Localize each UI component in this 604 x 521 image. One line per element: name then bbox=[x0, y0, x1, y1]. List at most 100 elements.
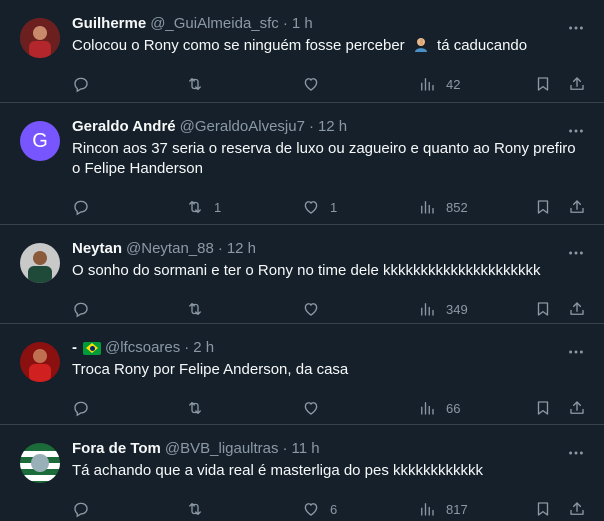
timestamp[interactable]: 2 h bbox=[193, 338, 214, 358]
avatar[interactable] bbox=[20, 18, 60, 58]
views-button[interactable]: 42 bbox=[418, 75, 460, 93]
timestamp[interactable]: 12 h bbox=[318, 117, 347, 137]
tweet-text: Troca Rony por Felipe Anderson, da casa bbox=[72, 361, 349, 378]
bookmark-button[interactable] bbox=[534, 198, 552, 216]
bookmark-button[interactable] bbox=[534, 399, 552, 417]
separator: · bbox=[308, 118, 314, 135]
bookmark-icon bbox=[537, 77, 549, 91]
tweet[interactable]: G Geraldo André @GeraldoAlvesju7 · 12 h … bbox=[0, 103, 604, 225]
user-handle[interactable]: @lfcsoares bbox=[105, 338, 180, 358]
bookmark-button[interactable] bbox=[534, 500, 552, 518]
share-button[interactable] bbox=[568, 399, 586, 417]
more-options-icon[interactable] bbox=[566, 18, 586, 38]
tweet[interactable]: - @lfcsoares · 2 h Troca Rony por Felipe… bbox=[0, 324, 604, 425]
action-bar: 42 bbox=[72, 68, 588, 100]
view-count: 66 bbox=[446, 400, 461, 416]
retweet-button[interactable] bbox=[186, 300, 214, 318]
view-count: 817 bbox=[446, 501, 468, 517]
like-button[interactable] bbox=[302, 300, 330, 318]
tweet-header: Guilherme @_GuiAlmeida_sfc · 1 h bbox=[72, 14, 588, 34]
bookmark-icon bbox=[537, 401, 549, 415]
more-options-icon[interactable] bbox=[566, 243, 586, 263]
view-count: 349 bbox=[446, 301, 468, 317]
reply-icon bbox=[74, 502, 88, 518]
retweet-icon bbox=[189, 503, 201, 515]
action-bar: 349 bbox=[72, 293, 588, 325]
reply-icon bbox=[74, 302, 88, 318]
bookmark-button[interactable] bbox=[534, 300, 552, 318]
views-button[interactable]: 66 bbox=[418, 399, 460, 417]
reply-button[interactable] bbox=[72, 500, 100, 518]
views-button[interactable]: 852 bbox=[418, 198, 468, 216]
views-button[interactable]: 817 bbox=[418, 500, 468, 518]
tweet[interactable]: Neytan @Neytan_88 · 12 h O sonho do sorm… bbox=[0, 225, 604, 324]
like-button[interactable]: 6 bbox=[302, 500, 337, 518]
reply-button[interactable] bbox=[72, 198, 100, 216]
bookmark-button[interactable] bbox=[534, 75, 552, 93]
heart-icon bbox=[304, 402, 318, 415]
tweet[interactable]: Guilherme @_GuiAlmeida_sfc · 1 h Colocou… bbox=[0, 0, 604, 103]
tweet-text: Rincon aos 37 seria o reserva de luxo ou… bbox=[72, 140, 576, 177]
user-handle[interactable]: @_GuiAlmeida_sfc bbox=[150, 14, 279, 34]
tweet-header: Geraldo André @GeraldoAlvesju7 · 12 h bbox=[72, 117, 588, 137]
more-options-icon[interactable] bbox=[566, 121, 586, 141]
separator: · bbox=[184, 339, 190, 356]
display-name[interactable]: - bbox=[72, 338, 77, 358]
retweet-button[interactable] bbox=[186, 399, 214, 417]
retweet-button[interactable] bbox=[186, 500, 214, 518]
display-name[interactable]: Guilherme bbox=[72, 14, 146, 34]
avatar[interactable] bbox=[20, 243, 60, 283]
like-button[interactable] bbox=[302, 399, 330, 417]
views-chart-icon bbox=[421, 402, 434, 415]
avatar[interactable] bbox=[20, 342, 60, 382]
tweet[interactable]: Fora de Tom @BVB_ligaultras · 11 h Tá ac… bbox=[0, 425, 604, 521]
tweet-text-part: Colocou o Rony como se ninguém fosse per… bbox=[72, 37, 405, 54]
more-options-icon[interactable] bbox=[566, 443, 586, 463]
display-name[interactable]: Geraldo André bbox=[72, 117, 176, 137]
bookmark-icon bbox=[537, 200, 549, 214]
timestamp[interactable]: 12 h bbox=[227, 239, 256, 259]
view-count: 852 bbox=[446, 199, 468, 215]
avatar[interactable]: G bbox=[20, 121, 60, 161]
retweet-button[interactable] bbox=[186, 75, 214, 93]
reply-button[interactable] bbox=[72, 300, 100, 318]
tweet-header: Neytan @Neytan_88 · 12 h bbox=[72, 239, 588, 259]
share-icon bbox=[570, 502, 584, 515]
like-count: 1 bbox=[330, 199, 338, 215]
tweet-header: - @lfcsoares · 2 h bbox=[72, 338, 588, 358]
timestamp[interactable]: 1 h bbox=[292, 14, 313, 34]
share-button[interactable] bbox=[568, 198, 586, 216]
tweet-text-part: tá caducando bbox=[437, 37, 528, 54]
share-icon bbox=[570, 401, 584, 414]
user-handle[interactable]: @Neytan_88 bbox=[126, 239, 214, 259]
share-icon bbox=[570, 77, 584, 90]
retweet-icon bbox=[189, 303, 201, 315]
share-button[interactable] bbox=[568, 300, 586, 318]
timestamp[interactable]: 11 h bbox=[292, 439, 320, 459]
more-options-icon[interactable] bbox=[566, 342, 586, 362]
action-bar: 1 1 852 bbox=[72, 191, 588, 223]
heart-icon bbox=[304, 201, 318, 214]
separator: · bbox=[282, 15, 288, 32]
display-name[interactable]: Neytan bbox=[72, 239, 122, 259]
display-name[interactable]: Fora de Tom bbox=[72, 439, 161, 459]
share-icon bbox=[570, 200, 584, 213]
user-handle[interactable]: @BVB_ligaultras bbox=[165, 439, 279, 459]
user-handle[interactable]: @GeraldoAlvesju7 bbox=[180, 117, 305, 137]
like-button[interactable]: 1 bbox=[302, 198, 337, 216]
tweet-text: O sonho do sormani e ter o Rony no time … bbox=[72, 262, 541, 279]
share-button[interactable] bbox=[568, 500, 586, 518]
brazil-flag-icon bbox=[83, 341, 101, 355]
avatar[interactable] bbox=[20, 443, 60, 483]
reply-icon bbox=[74, 401, 88, 417]
share-button[interactable] bbox=[568, 75, 586, 93]
tweet-header: Fora de Tom @BVB_ligaultras · 11 h bbox=[72, 439, 588, 459]
reply-button[interactable] bbox=[72, 75, 100, 93]
retweet-button[interactable]: 1 bbox=[186, 198, 221, 216]
views-button[interactable]: 349 bbox=[418, 300, 468, 318]
tweet-text: Tá achando que a vida real é masterliga … bbox=[72, 462, 484, 479]
view-count: 42 bbox=[446, 76, 461, 92]
avatar-letter: G bbox=[32, 129, 48, 152]
like-button[interactable] bbox=[302, 75, 330, 93]
reply-button[interactable] bbox=[72, 399, 100, 417]
